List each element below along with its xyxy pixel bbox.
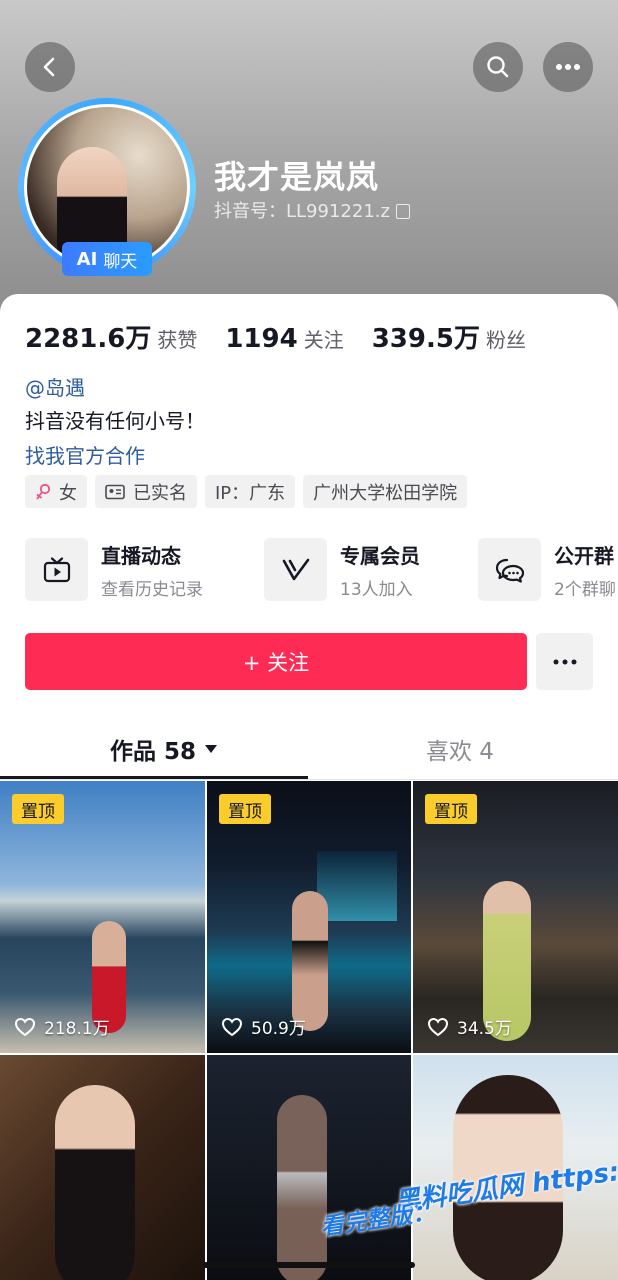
bio-text: 抖音没有任何小号！ xyxy=(25,409,205,433)
video-likes-count: 218.1万 xyxy=(44,1019,110,1039)
video-thumbnail[interactable]: 置顶 218.1万 xyxy=(0,781,205,1053)
tab-works-label: 作品 58 xyxy=(110,739,197,765)
followers-count[interactable]: 339.5万 xyxy=(372,318,480,355)
caret-down-icon[interactable] xyxy=(204,744,218,754)
more-options-button[interactable] xyxy=(543,42,593,92)
feature-shortcuts: 直播动态 查看历史记录 专属会员 13人加入 公开群 2个群聊 xyxy=(25,538,618,602)
feature-live-title: 直播动态 xyxy=(101,543,181,568)
tab-works[interactable]: 作品 58 xyxy=(110,732,218,766)
feature-live-history[interactable]: 直播动态 查看历史记录 xyxy=(25,538,203,601)
likes-label: 获赞 xyxy=(157,328,198,352)
douyin-id[interactable]: 抖音号：LL991221.z xyxy=(214,197,410,223)
pinned-badge: 置顶 xyxy=(12,794,64,824)
video-photo-subject xyxy=(292,891,328,1031)
feature-group-title: 公开群 xyxy=(554,543,614,568)
video-thumbnail[interactable]: 置顶 34.5万 xyxy=(413,781,618,1053)
heart-icon xyxy=(427,1017,449,1036)
tab-likes-label: 喜欢 4 xyxy=(426,739,494,765)
ai-badge-label: 聊天 xyxy=(103,251,138,272)
video-photo-building xyxy=(317,851,397,921)
video-grid: 置顶 218.1万 置顶 50.9万 置顶 34.5万 xyxy=(0,781,618,1280)
feature-membership-subtitle: 13人加入 xyxy=(340,579,413,600)
tag-school[interactable]: 广州大学松田学院 xyxy=(303,475,468,508)
tag-verified: 已实名 xyxy=(95,475,197,508)
bio-mention-link[interactable]: @岛遇 xyxy=(25,372,85,401)
tag-school-text: 广州大学松田学院 xyxy=(313,482,458,504)
feature-live-subtitle: 查看历史记录 xyxy=(101,579,203,600)
ai-badge-ai: AI xyxy=(76,248,98,270)
following-label[interactable]: 关注 xyxy=(304,324,344,353)
video-photo-subject xyxy=(277,1095,327,1280)
tag-ip-location: IP：广东 xyxy=(205,475,296,508)
feature-membership-title: 专属会员 xyxy=(340,543,420,568)
tab-divider xyxy=(0,779,618,780)
video-likes: 34.5万 xyxy=(427,1014,512,1039)
feature-live-icon-box xyxy=(25,538,88,601)
feature-membership[interactable]: 专属会员 13人加入 xyxy=(264,538,420,601)
business-cooperation-link[interactable]: 找我官方合作 xyxy=(25,440,145,469)
follow-more-button[interactable] xyxy=(536,633,593,690)
likes-count: 2281.6万 xyxy=(25,324,152,354)
heart-icon xyxy=(14,1017,36,1036)
pinned-badge: 置顶 xyxy=(425,794,477,824)
followers-label[interactable]: 粉丝 xyxy=(486,324,526,353)
video-likes: 218.1万 xyxy=(14,1014,110,1039)
profile-name: 我才是岚岚 xyxy=(214,158,380,196)
feature-group-icon-box xyxy=(478,538,541,601)
video-likes-count: 50.9万 xyxy=(251,1019,306,1039)
video-likes: 50.9万 xyxy=(221,1014,306,1039)
follow-button[interactable]: + 关注 xyxy=(25,633,527,690)
id-card-icon xyxy=(105,484,125,499)
feature-group-subtitle: 2个群聊 xyxy=(554,579,616,600)
chevron-left-icon xyxy=(43,57,55,77)
following-count[interactable]: 1194 xyxy=(225,324,297,354)
search-button[interactable] xyxy=(473,42,523,92)
search-icon xyxy=(487,56,509,78)
v-icon xyxy=(282,558,309,580)
tab-likes[interactable]: 喜欢 4 xyxy=(426,732,494,766)
more-dots-icon xyxy=(553,659,576,664)
tv-icon xyxy=(43,556,70,582)
tag-ip-text: IP：广东 xyxy=(215,482,286,504)
chat-bubbles-icon xyxy=(495,558,524,583)
video-photo-subject xyxy=(55,1085,135,1280)
heart-icon xyxy=(221,1017,243,1036)
video-thumbnail[interactable] xyxy=(207,1055,411,1280)
video-thumbnail[interactable] xyxy=(0,1055,205,1280)
stats-row: 2281.6万 获赞 1194 关注 339.5万 粉丝 xyxy=(25,318,554,355)
tag-verified-text: 已实名 xyxy=(133,482,187,504)
home-indicator[interactable] xyxy=(203,1262,415,1268)
video-likes-count: 34.5万 xyxy=(457,1019,512,1039)
profile-tags: 女 已实名 IP：广东 广州大学松田学院 xyxy=(25,475,468,508)
douyin-id-text: 抖音号：LL991221.z xyxy=(214,201,390,222)
copy-icon[interactable] xyxy=(395,203,410,219)
female-icon xyxy=(36,483,51,500)
pinned-badge: 置顶 xyxy=(219,794,271,824)
feature-membership-icon-box xyxy=(264,538,327,601)
content-tabs: 作品 58 喜欢 4 xyxy=(0,718,618,780)
ai-chat-badge[interactable]: AI 聊天 xyxy=(62,242,152,276)
feature-public-group[interactable]: 公开群 2个群聊 xyxy=(478,538,616,601)
back-button[interactable] xyxy=(25,42,75,92)
tag-gender-text: 女 xyxy=(59,482,77,504)
more-dots-icon xyxy=(556,64,580,70)
tag-gender: 女 xyxy=(25,475,87,508)
video-thumbnail[interactable]: 置顶 50.9万 xyxy=(207,781,411,1053)
